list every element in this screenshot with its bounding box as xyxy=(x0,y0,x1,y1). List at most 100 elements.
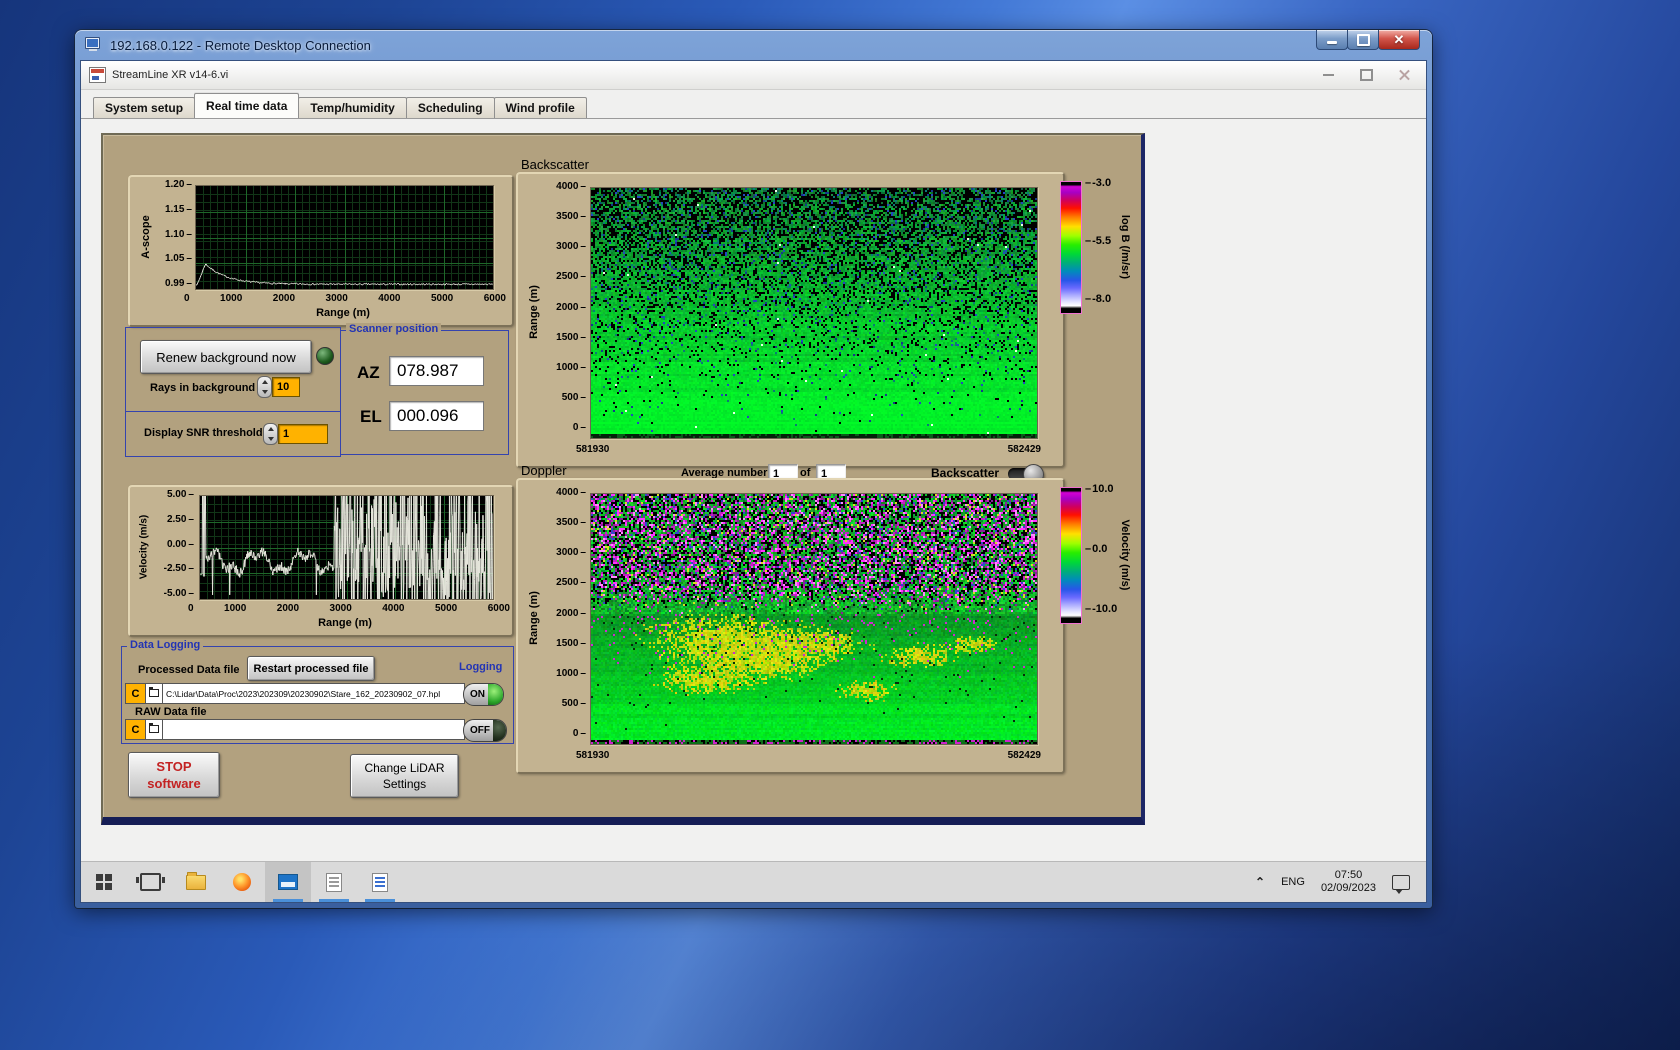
clock-date: 02/09/2023 xyxy=(1320,882,1376,894)
rdp-minimize-button[interactable] xyxy=(1316,30,1348,50)
doppler-canvas xyxy=(591,494,1037,744)
velocity-graph-frame: Velocity (m/s) 5.00 2.50 0.00 -2.50 -5.00 0 1… xyxy=(128,485,514,637)
decrement-icon[interactable] xyxy=(261,390,268,394)
increment-icon[interactable] xyxy=(261,380,268,384)
rdp-maximize-button[interactable] xyxy=(1347,30,1379,50)
doppler-y-axis-label: Range (m) xyxy=(528,591,540,645)
windows-logo-icon xyxy=(96,874,112,890)
rdp-close-button[interactable]: ✕ xyxy=(1378,30,1420,50)
doppler-plot xyxy=(590,493,1038,745)
data-logging-box: Data Logging Processed Data file Restart… xyxy=(121,639,514,744)
drive-letter-badge[interactable]: C xyxy=(125,719,146,740)
folder-icon xyxy=(186,871,206,890)
ascope-x-axis-label: Range (m) xyxy=(316,307,370,319)
tick-label: 3000 xyxy=(329,603,352,614)
tick-label: 3000 xyxy=(556,547,586,558)
rdp-titlebar: 192.168.0.122 - Remote Desktop Connectio… xyxy=(75,30,1432,60)
tick-label: 500 xyxy=(562,392,586,403)
tick-label: 0.99 xyxy=(165,278,192,289)
tick-label: 3000 xyxy=(325,293,348,304)
task-view-button[interactable] xyxy=(127,862,173,902)
background-controls-box: Renew background now Rays in background … xyxy=(125,327,341,412)
renew-background-button[interactable]: Renew background now xyxy=(140,340,312,374)
backscatter-x-right: 582429 xyxy=(1007,444,1041,455)
tick-label: 2000 xyxy=(556,608,586,619)
app-restore-icon[interactable] xyxy=(1360,69,1373,81)
tick-label: 4000 xyxy=(556,487,586,498)
notification-icon[interactable] xyxy=(1392,874,1410,894)
tick-label: 2000 xyxy=(556,302,586,313)
tab-system-setup[interactable]: System setup xyxy=(93,97,196,118)
doppler-colorbar-ticks: 10.0 0.0 -10.0 xyxy=(1085,483,1117,615)
tick-label: -10.0 xyxy=(1085,603,1117,615)
tick-label: -8.0 xyxy=(1085,293,1111,305)
streamline-app-button[interactable] xyxy=(265,862,311,902)
tick-label: 1.10 xyxy=(165,229,192,240)
browse-file-icon[interactable] xyxy=(146,683,163,704)
text-document-icon xyxy=(372,872,388,892)
app-close-icon[interactable] xyxy=(1399,70,1410,81)
tick-label: 3500 xyxy=(556,517,586,528)
tick-label: 0 xyxy=(188,603,194,614)
on-lamp-icon xyxy=(488,684,503,705)
rays-value-field[interactable]: 10 xyxy=(272,377,300,397)
doppler-title: Doppler xyxy=(521,463,567,478)
tick-label: 3000 xyxy=(556,241,586,252)
language-indicator[interactable]: ENG xyxy=(1281,876,1305,888)
logging-label: Logging xyxy=(459,661,503,673)
increment-icon[interactable] xyxy=(267,427,274,431)
data-logging-title: Data Logging xyxy=(127,639,204,651)
tab-real-time-data[interactable]: Real time data xyxy=(194,93,300,118)
decrement-icon[interactable] xyxy=(267,437,274,441)
backscatter-y-axis-label: Range (m) xyxy=(528,285,540,339)
tick-label: 0.00 xyxy=(167,539,194,550)
rdp-computer-icon xyxy=(85,37,103,53)
rdp-window: 192.168.0.122 - Remote Desktop Connectio… xyxy=(75,30,1432,908)
tick-label: 0.0 xyxy=(1085,543,1117,555)
firefox-button[interactable] xyxy=(219,862,265,902)
drive-letter-badge[interactable]: C xyxy=(125,683,146,704)
tick-label: 4000 xyxy=(382,603,405,614)
hidden-icons-chevron[interactable]: ⌃ xyxy=(1255,875,1265,889)
snr-value-field[interactable]: 1 xyxy=(278,424,328,444)
app-window: StreamLine XR v14-6.vi System setup Real … xyxy=(80,60,1427,903)
tick-label: 1000 xyxy=(556,668,586,679)
el-label: EL xyxy=(360,407,382,426)
doppler-x-right: 582429 xyxy=(1007,750,1041,761)
tick-label: 2000 xyxy=(272,293,296,304)
tick-label: 3500 xyxy=(556,211,586,222)
renew-led-indicator xyxy=(316,347,334,365)
raw-data-file-label: RAW Data file xyxy=(135,706,207,718)
off-lamp-icon xyxy=(493,720,506,741)
rays-spinner[interactable] xyxy=(257,376,272,398)
tick-label: 0 xyxy=(573,422,586,433)
processed-logging-toggle[interactable]: ON xyxy=(463,683,504,706)
processed-path-field[interactable]: C:\Lidar\Data\Proc\2023\202309\20230902\… xyxy=(163,683,465,704)
snr-spinner[interactable] xyxy=(263,423,278,445)
raw-logging-toggle[interactable]: OFF xyxy=(463,719,507,742)
rays-in-background-label: Rays in background xyxy=(150,382,256,394)
backscatter-plot xyxy=(590,187,1038,439)
text-editor-button[interactable] xyxy=(357,862,403,902)
file-explorer-button[interactable] xyxy=(173,862,219,902)
browse-file-icon[interactable] xyxy=(146,719,163,740)
clock-time: 07:50 xyxy=(1334,869,1363,881)
scan-schedule-button[interactable] xyxy=(311,862,357,902)
tab-wind-profile[interactable]: Wind profile xyxy=(493,97,587,118)
raw-path-field[interactable] xyxy=(163,719,465,740)
snr-threshold-box: Display SNR threshold 1 xyxy=(125,411,341,457)
doppler-colorbar xyxy=(1060,487,1082,624)
start-button[interactable] xyxy=(81,862,127,902)
restart-processed-file-button[interactable]: Restart processed file xyxy=(247,656,375,681)
app-minimize-icon[interactable] xyxy=(1323,74,1334,76)
change-lidar-settings-button[interactable]: Change LiDAR Settings xyxy=(350,754,459,798)
doppler-graph-frame: Range (m) 4000 3500 3000 2500 2000 1500 1000 50… xyxy=(516,478,1065,774)
el-value-field: 000.096 xyxy=(389,401,484,431)
stop-software-button[interactable]: STOP software xyxy=(128,752,220,798)
doppler-x-left: 581930 xyxy=(576,750,610,761)
tick-label: 1500 xyxy=(556,332,586,343)
taskbar-clock[interactable]: 07:50 02/09/2023 xyxy=(1321,869,1376,895)
tab-temp-humidity[interactable]: Temp/humidity xyxy=(298,97,407,118)
minimize-icon xyxy=(1327,41,1337,44)
tab-scheduling[interactable]: Scheduling xyxy=(405,97,495,118)
